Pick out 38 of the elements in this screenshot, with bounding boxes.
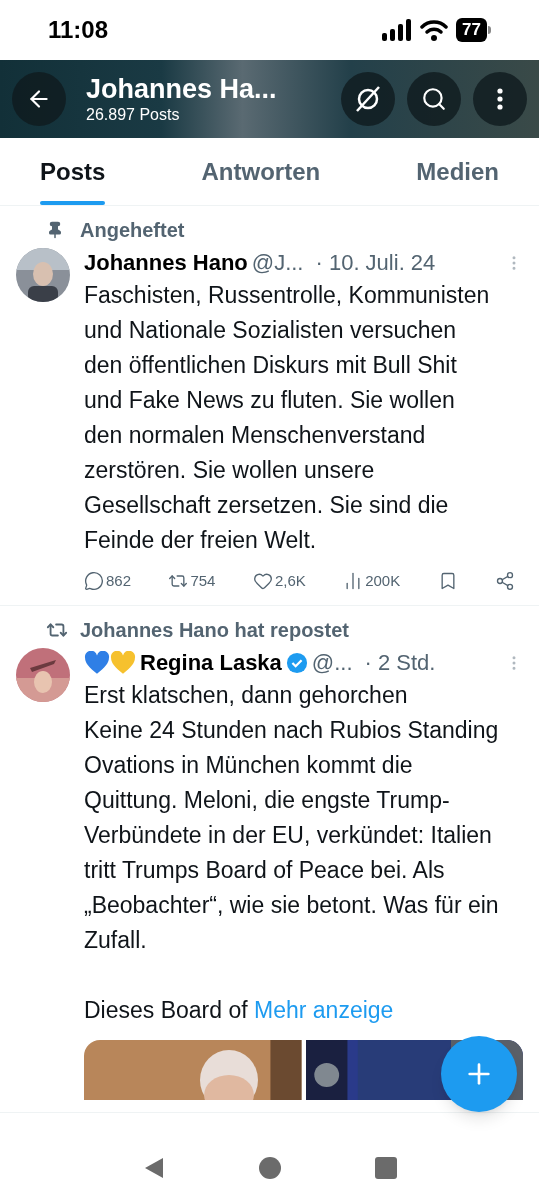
wifi-icon (420, 19, 449, 41)
action-count: 2,6K (274, 571, 306, 591)
post-time: · 2 Std. (364, 648, 436, 677)
post-time: · 10. Juli. 24 (315, 249, 436, 277)
author-name[interactable]: Regina Laska (140, 647, 282, 678)
action-count: 754 (190, 571, 216, 591)
back-button[interactable] (12, 72, 66, 126)
grok-button[interactable] (341, 72, 395, 126)
post-context: Angeheftet (80, 218, 185, 243)
search-icon (421, 86, 447, 112)
profile-title: Johannes Ha... (86, 75, 278, 103)
search-button[interactable] (407, 72, 461, 126)
signal-icon (382, 19, 413, 41)
clock: 11:08 (48, 15, 109, 45)
action-count: 862 (106, 571, 132, 591)
author-handle: @... (311, 648, 353, 677)
post-context: Johannes Hano hat repostet (80, 617, 349, 643)
slashed-circle-icon (354, 85, 382, 113)
tab[interactable]: Medien (416, 138, 499, 205)
heart-icon (110, 650, 136, 675)
recents-nav-icon[interactable] (374, 1157, 397, 1179)
more-icon (497, 88, 503, 110)
post-text: Faschisten, Russentrolle, Kommunisten und Nationale Sozialisten versuchen den öffentlichen Diskurs mit Bull Shit und Fake News zu fluten. Sie wollen den normalen Menschenverstand zerstören. Sie wollen unsere Gesellschaft zersetzen. Sie sind die Feinde der freien Welt. (84, 281, 491, 555)
reply-icon[interactable] (84, 571, 104, 592)
author-handle: @J... (251, 249, 304, 277)
home-nav-icon[interactable] (257, 1156, 282, 1180)
author-name[interactable]: Johannes Hano (84, 248, 248, 278)
more-button[interactable] (473, 72, 527, 126)
heart-icon[interactable] (252, 571, 273, 592)
share-icon[interactable] (495, 571, 515, 592)
post-text: Erst klatschen, dann gehorchen Keine 24 Stunden nach Rubios Standing Ovations in München kommt die Quittung. Meloni, die engste Trump-Verbündete in der EU, verkündet: Italien tritt Trumps Board of Peace bei. Als „Beobachter“, wie sie betont. Was für ein Zufall. Dieses Board of Mehr anzeige (84, 680, 500, 1025)
post-count: 26.897 Posts (86, 106, 181, 123)
pin-icon (46, 221, 64, 239)
heart-icon (84, 650, 110, 675)
action-count: 200K (365, 571, 401, 591)
tab[interactable]: Antworten (201, 138, 321, 205)
battery-level: 77 (456, 18, 487, 42)
tab[interactable]: Posts (40, 138, 106, 205)
